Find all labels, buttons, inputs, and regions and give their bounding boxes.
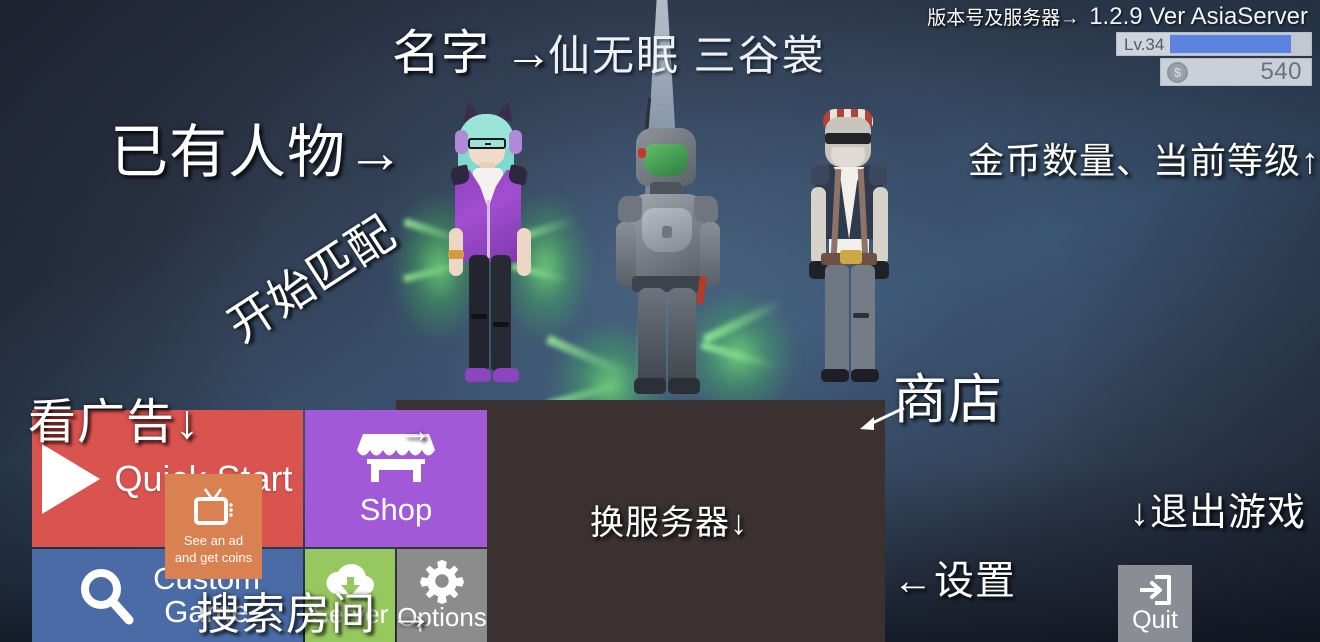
annotation-existing-characters: 已有人物→ xyxy=(110,120,406,185)
coin-counter: $ 540 xyxy=(1160,58,1312,86)
level-fill-track xyxy=(1170,33,1311,55)
annotation-settings: ←设置 xyxy=(893,559,1016,603)
version-annotation: 版本号及服务器→ xyxy=(927,8,1080,29)
glow-ray xyxy=(702,297,786,344)
face-mask xyxy=(831,147,865,167)
character-right[interactable] xyxy=(785,95,915,395)
shoulder-pad-right xyxy=(694,196,718,222)
sunglasses-icon xyxy=(825,133,871,144)
shoe-right xyxy=(851,369,879,382)
shoe-right xyxy=(493,368,519,382)
annotation-search-room: 搜索房间 → xyxy=(196,590,435,639)
leg-right xyxy=(668,288,696,388)
character-center[interactable] xyxy=(545,90,798,450)
leg-left xyxy=(638,288,666,388)
level-progress-bar: Lv.34 xyxy=(1116,32,1312,56)
annotation-change-server: 换服务器↓ xyxy=(590,504,748,542)
boot-right xyxy=(668,378,700,394)
glow-ray xyxy=(545,334,629,379)
shoulder-left xyxy=(811,165,829,185)
headphone-right xyxy=(509,130,522,154)
coin-value: 540 xyxy=(1260,58,1302,85)
visor xyxy=(644,144,688,176)
wristband xyxy=(448,250,464,259)
game-main-menu-screen: 版本号及服务器→ 1.2.9 Ver AsiaServer Lv.34 $ 54… xyxy=(0,0,1320,642)
search-icon xyxy=(81,568,134,624)
glow-ray xyxy=(700,341,780,371)
leg-left xyxy=(469,255,489,371)
quit-button[interactable]: Quit xyxy=(1118,565,1192,642)
boot-left xyxy=(634,378,666,394)
shoulder-right xyxy=(869,165,887,185)
zipper xyxy=(487,200,490,258)
annotation-start-matching-arrow: → xyxy=(398,412,433,450)
glasses-icon xyxy=(468,138,506,149)
belt-buckle xyxy=(840,250,862,264)
headphone-left xyxy=(455,130,468,154)
shoulder-pad-left xyxy=(618,196,642,222)
shop-label: Shop xyxy=(359,491,433,527)
helmet-marking xyxy=(638,148,646,158)
annotation-quit-game: ↓退出游戏 xyxy=(1130,492,1307,534)
pants-rip xyxy=(853,313,869,318)
annotation-name: 名字 → xyxy=(392,27,554,80)
quit-label: Quit xyxy=(1132,605,1178,634)
level-fill xyxy=(1170,35,1292,53)
annotation-coins-level: 金币数量、当前等级↑ xyxy=(968,140,1320,181)
chest-module xyxy=(662,226,672,238)
pants-rip xyxy=(493,322,509,327)
level-label: Lv.34 xyxy=(1124,34,1165,54)
annotation-shop: 商店 xyxy=(893,370,1003,430)
character-names: 仙无眠 三谷裳 xyxy=(548,32,826,79)
arm-right xyxy=(517,228,531,276)
coin-dollar-icon: $ xyxy=(1167,61,1188,83)
character-left[interactable] xyxy=(391,100,593,400)
annotation-start-matching: 开始匹配 xyxy=(218,205,405,352)
leg-left xyxy=(825,265,849,373)
tv-icon xyxy=(193,488,233,526)
version-info: 版本号及服务器→ 1.2.9 Ver AsiaServer xyxy=(927,3,1308,31)
exit-icon xyxy=(1140,574,1171,605)
shoe-left xyxy=(465,368,491,382)
pants-rip xyxy=(471,314,487,319)
watch-ad-button[interactable]: See an ad and get coins xyxy=(165,474,262,579)
play-icon xyxy=(42,443,101,514)
shop-button[interactable]: Shop xyxy=(305,410,487,547)
version-value: 1.2.9 Ver AsiaServer xyxy=(1089,3,1308,30)
leg-right xyxy=(851,265,875,373)
annotation-watch-ad: 看广告↓ xyxy=(28,396,201,449)
shoe-left xyxy=(821,369,849,382)
ad-button-label: See an ad and get coins xyxy=(174,533,253,565)
leg-right xyxy=(491,255,511,371)
